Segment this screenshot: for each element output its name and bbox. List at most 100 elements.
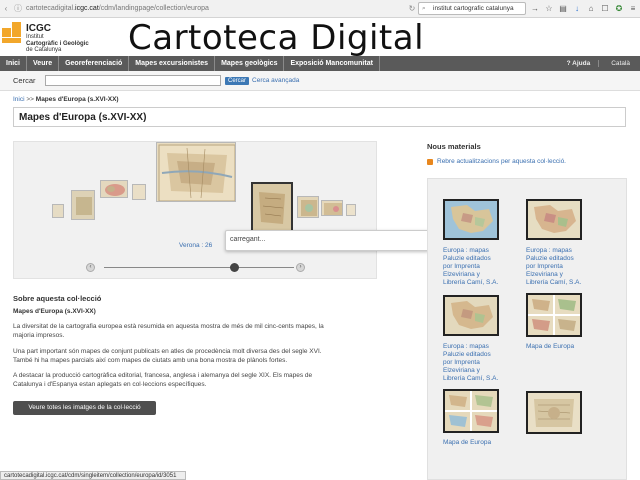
nav-item-mapes-excursionistes[interactable]: Mapes excursionistes [129, 56, 216, 71]
material-label-1-line-1: Europa : mapas [443, 247, 489, 254]
about-paragraph-3-line-1: A destacar la producció cartogràfica edi… [13, 372, 313, 379]
material-label-2-line-2: Paluzie editados [526, 255, 574, 262]
material-thumb-4[interactable] [526, 293, 582, 337]
image-carousel[interactable]: Verona : 26 carregant... ‹ › [13, 141, 430, 279]
about-paragraph-2-line-1: Una part important són mapes de conjunt … [13, 348, 322, 355]
material-label-2-line-1: Europa : mapas [526, 247, 572, 254]
url-domain: icgc.cat [75, 5, 99, 12]
material-label-3-line-2: Paluzie editados [443, 351, 491, 358]
forward-arrow-icon[interactable]: → [528, 4, 542, 13]
material-thumb-3[interactable] [443, 295, 499, 336]
material-label-1-line-4: Elzeviriana y [443, 271, 480, 278]
material-label-2-line-5: Librería Camí, S.A. [526, 279, 582, 286]
site-title: Cartoteca Digital [128, 18, 425, 58]
view-all-images-button[interactable]: Veure totes les imatges de la col·lecció [13, 401, 156, 415]
breadcrumb-separator: >> [26, 96, 34, 103]
page-title-box: Mapes d'Europa (s.XVI-XX) [13, 107, 626, 127]
material-thumb-1[interactable] [443, 199, 499, 240]
material-label-2[interactable]: Europa : mapas Paluzie editados por Impr… [526, 247, 594, 287]
carousel-thumb-center[interactable] [156, 142, 236, 202]
material-thumb-2[interactable] [526, 199, 582, 240]
about-paragraph-1-line-2: majoria impresos. [13, 331, 65, 339]
search-button[interactable]: Cercar [225, 76, 250, 85]
material-thumb-6[interactable] [526, 391, 582, 434]
search-label: Cercar [13, 76, 36, 85]
carousel-thumb-3[interactable] [100, 180, 128, 198]
material-label-2-line-3: por Imprenta [526, 263, 563, 270]
carousel-prev-icon[interactable]: ‹ [86, 263, 95, 272]
browser-url-bar: ‹ ⓘ cartotecadigital.icgc.cat/cdm/landin… [0, 0, 640, 18]
about-subheading: Mapes d'Europa (s.XVI-XX) [13, 308, 96, 315]
material-label-1-line-5: Librería Camí, S.A. [443, 279, 499, 286]
nav-item-inici[interactable]: Inici [0, 56, 28, 71]
about-paragraph-1-line-1: La diversitat de la cartografia europea … [13, 323, 324, 330]
rss-link[interactable]: Rebre actualitzacions per aquesta col·le… [427, 158, 566, 165]
language-select[interactable]: Català [598, 60, 640, 67]
back-icon[interactable]: ‹ [0, 4, 12, 13]
carousel-slider-knob[interactable] [230, 263, 239, 272]
addon-icon[interactable]: ✪ [612, 4, 626, 13]
browser-search-input[interactable]: ⌕ institut cartografic catalunya [418, 2, 526, 15]
material-label-3-line-5: Librería Camí, S.A. [443, 375, 499, 382]
material-label-5-line-1: Mapa de Europa [443, 439, 492, 446]
breadcrumb: Inici >> Mapes d'Europa (s.XVI-XX) [13, 96, 119, 103]
material-label-3-line-1: Europa : mapas [443, 343, 489, 350]
material-label-4[interactable]: Mapa de Europa [526, 343, 594, 351]
chat-icon[interactable]: ☐ [598, 4, 612, 13]
loading-tooltip: carregant... [225, 230, 430, 251]
material-label-2-line-4: Elzeviriana y [526, 271, 563, 278]
nav-item-georeferenciacio[interactable]: Georeferenciació [59, 56, 130, 71]
material-label-4-line-1: Mapa de Europa [526, 343, 575, 350]
breadcrumb-current: Mapes d'Europa (s.XVI-XX) [35, 96, 119, 103]
advanced-search-link[interactable]: Cerca avançada [252, 77, 299, 84]
nav-item-veure[interactable]: Veure [27, 56, 60, 71]
main-nav: Inici Veure Georeferenciació Mapes excur… [0, 56, 640, 71]
about-paragraph-3: A destacar la producció cartogràfica edi… [13, 372, 373, 389]
carousel-thumb-6[interactable] [321, 200, 343, 216]
icgc-logo-icon[interactable] [2, 22, 22, 44]
url-prefix: cartotecadigital. [26, 5, 76, 12]
material-label-3-line-4: Elzeviriana y [443, 367, 480, 374]
search-icon: ⌕ [422, 5, 426, 12]
carousel-thumb-1[interactable] [52, 204, 64, 218]
about-paragraph-3-line-2: Catalunya i d'Espanya estan aplegats en … [13, 380, 207, 388]
material-label-3[interactable]: Europa : mapas Paluzie editados por Impr… [443, 343, 511, 383]
material-label-5[interactable]: Mapa de Europa [443, 439, 511, 447]
home-icon[interactable]: ⌂ [584, 4, 598, 13]
carousel-next-icon[interactable]: › [296, 263, 305, 272]
logo-text: ICGC Institut Cartogràfic i Geològic de … [26, 24, 89, 54]
site-header: ICGC Institut Cartogràfic i Geològic de … [0, 18, 640, 58]
logo-acronym: ICGC [26, 23, 51, 34]
material-label-1-line-3: por Imprenta [443, 263, 480, 270]
search-row: Cercar Cercar Cerca avançada [0, 71, 640, 91]
carousel-thumb-4[interactable] [132, 184, 146, 200]
about-heading: Sobre aquesta col·lecció [13, 294, 102, 303]
menu-icon[interactable]: ≡ [626, 4, 640, 13]
nav-item-exposicio-mancomunitat[interactable]: Exposició Mancomunitat [284, 56, 380, 71]
info-icon[interactable]: ⓘ [12, 3, 24, 14]
clipboard-icon[interactable]: ▤ [556, 4, 570, 13]
address-field[interactable]: cartotecadigital.icgc.cat/cdm/landingpag… [24, 5, 209, 12]
nav-item-mapes-geologics[interactable]: Mapes geològics [215, 56, 285, 71]
material-thumb-5[interactable] [443, 389, 499, 433]
new-materials-heading: Nous materials [427, 142, 481, 151]
material-label-1-line-2: Paluzie editados [443, 255, 491, 262]
search-input[interactable] [45, 75, 221, 86]
download-icon[interactable]: ↓ [570, 4, 584, 13]
carousel-thumb-5[interactable] [297, 196, 319, 218]
carousel-thumb-7[interactable] [346, 204, 356, 216]
material-label-1[interactable]: Europa : mapas Paluzie editados por Impr… [443, 247, 511, 287]
carousel-slider-track[interactable] [104, 267, 294, 268]
about-paragraph-2-line-2: També hi ha mapes parcials així com mape… [13, 356, 288, 364]
about-paragraph-1: La diversitat de la cartografia europea … [13, 323, 373, 340]
star-icon[interactable]: ☆ [542, 4, 556, 13]
carousel-caption[interactable]: Verona : 26 [179, 242, 212, 249]
reload-icon[interactable]: ↻ [406, 4, 418, 13]
carousel-thumb-selected[interactable] [251, 182, 293, 232]
logo-line-3: de Catalunya [26, 47, 62, 53]
help-link[interactable]: ? Ajuda [559, 60, 599, 67]
carousel-thumb-2[interactable] [71, 190, 95, 220]
rss-icon [427, 158, 433, 165]
browser-search-value: institut cartografic catalunya [433, 5, 514, 12]
breadcrumb-home[interactable]: Inici [13, 96, 25, 103]
